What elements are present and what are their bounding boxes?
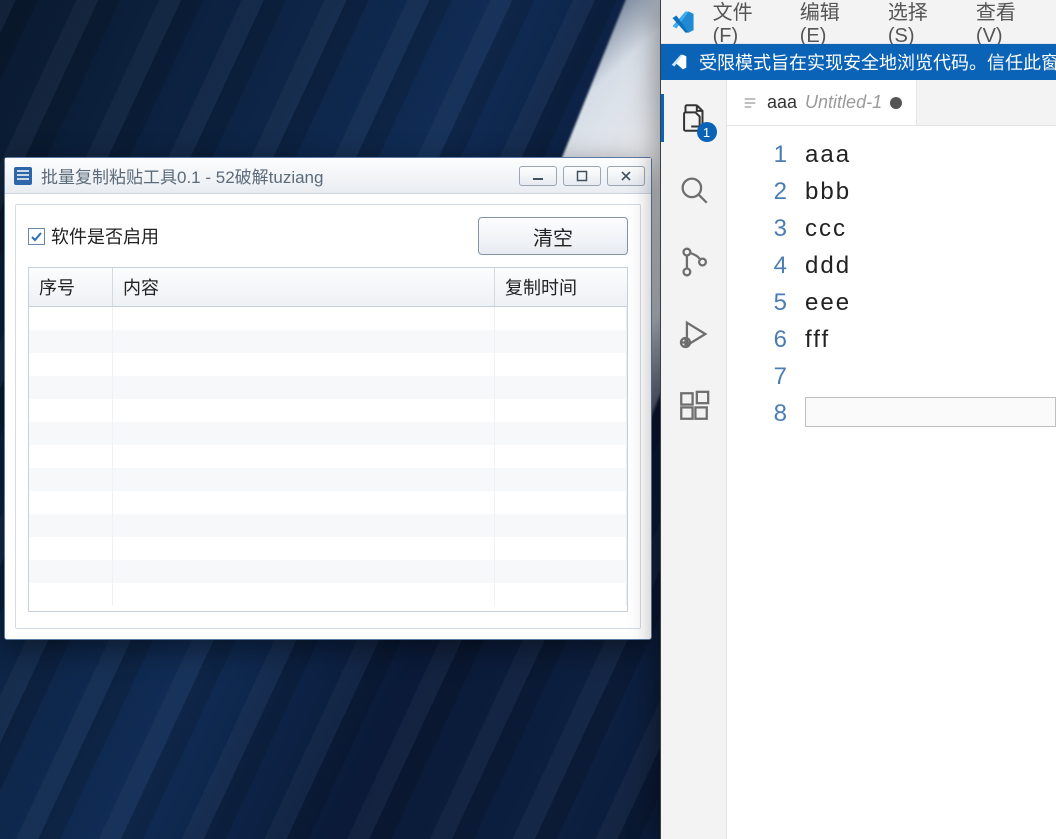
code-line[interactable] xyxy=(805,358,1056,395)
dirty-indicator-icon xyxy=(890,97,902,109)
text-editor[interactable]: 12345678 aaabbbcccdddeeefff xyxy=(727,126,1056,839)
table-row[interactable] xyxy=(29,491,627,514)
table-row[interactable] xyxy=(29,514,627,537)
table-row[interactable] xyxy=(29,353,627,376)
window-title: 批量复制粘贴工具0.1 - 52破解tuziang xyxy=(41,163,519,188)
table-row[interactable] xyxy=(29,468,627,491)
titlebar[interactable]: 批量复制粘贴工具0.1 - 52破解tuziang xyxy=(5,158,651,194)
maximize-button[interactable] xyxy=(563,166,601,186)
inline-input[interactable] xyxy=(805,397,1056,427)
vscode-titlebar[interactable]: 文件(F)编辑(E)选择(S)查看(V) xyxy=(661,0,1056,44)
code-line[interactable]: fff xyxy=(805,321,1056,358)
editor-column: aaa Untitled-1 12345678 aaabbbcccdddeeef… xyxy=(727,80,1056,839)
line-number: 5 xyxy=(727,284,787,321)
tool-body: 软件是否启用 清空 序号 内容 复制时间 xyxy=(15,204,641,629)
line-number: 3 xyxy=(727,210,787,247)
table-row[interactable] xyxy=(29,422,627,445)
extensions-button[interactable] xyxy=(661,374,727,438)
source-control-button[interactable] xyxy=(661,230,727,294)
shield-icon xyxy=(669,52,689,72)
banner-text: 受限模式旨在实现安全地浏览代码。信任此窗 xyxy=(699,49,1056,75)
restricted-mode-banner[interactable]: 受限模式旨在实现安全地浏览代码。信任此窗 xyxy=(661,44,1056,80)
checkbox-icon xyxy=(28,228,45,245)
line-number: 6 xyxy=(727,321,787,358)
clear-button[interactable]: 清空 xyxy=(478,217,628,255)
table-row[interactable] xyxy=(29,330,627,353)
activity-bar: 1 xyxy=(661,80,727,839)
editor-tabs: aaa Untitled-1 xyxy=(727,80,1056,126)
line-number: 8 xyxy=(727,395,787,432)
explorer-badge: 1 xyxy=(697,122,717,142)
line-number: 4 xyxy=(727,247,787,284)
table-row[interactable] xyxy=(29,537,627,560)
table-row[interactable] xyxy=(29,376,627,399)
table-row[interactable] xyxy=(29,399,627,422)
line-number: 7 xyxy=(727,358,787,395)
code-line[interactable]: ddd xyxy=(805,247,1056,284)
code-line[interactable]: bbb xyxy=(805,173,1056,210)
enable-checkbox[interactable]: 软件是否启用 xyxy=(28,223,159,249)
minimize-button[interactable] xyxy=(519,166,557,186)
tab-filename: aaa xyxy=(767,92,797,113)
table-row[interactable] xyxy=(29,583,627,606)
col-header-time[interactable]: 复制时间 xyxy=(495,268,627,306)
close-button[interactable] xyxy=(607,166,645,186)
code-line[interactable]: ccc xyxy=(805,210,1056,247)
run-debug-button[interactable] xyxy=(661,302,727,366)
editor-tab[interactable]: aaa Untitled-1 xyxy=(727,80,917,125)
line-number: 1 xyxy=(727,136,787,173)
code-content[interactable]: aaabbbcccdddeeefff xyxy=(805,126,1056,839)
table-row[interactable] xyxy=(29,445,627,468)
table-row[interactable] xyxy=(29,307,627,330)
table-row[interactable] xyxy=(29,560,627,583)
explorer-button[interactable]: 1 xyxy=(661,86,727,150)
line-number-gutter: 12345678 xyxy=(727,126,805,839)
code-line[interactable]: aaa xyxy=(805,136,1056,173)
vscode-window: 文件(F)编辑(E)选择(S)查看(V) 受限模式旨在实现安全地浏览代码。信任此… xyxy=(660,0,1056,839)
app-icon xyxy=(13,166,33,186)
code-line[interactable] xyxy=(805,395,1056,432)
history-table[interactable]: 序号 内容 复制时间 xyxy=(28,267,628,612)
clipboard-tool-window: 批量复制粘贴工具0.1 - 52破解tuziang 软件是否启用 清空 xyxy=(4,157,652,640)
code-line[interactable]: eee xyxy=(805,284,1056,321)
vscode-logo-icon xyxy=(667,5,699,39)
col-header-num[interactable]: 序号 xyxy=(29,268,113,306)
line-number: 2 xyxy=(727,173,787,210)
search-button[interactable] xyxy=(661,158,727,222)
tab-untitled-label: Untitled-1 xyxy=(805,92,882,113)
table-header: 序号 内容 复制时间 xyxy=(29,268,627,307)
table-body[interactable] xyxy=(29,307,627,612)
col-header-content[interactable]: 内容 xyxy=(113,268,495,306)
enable-label: 软件是否启用 xyxy=(51,223,159,249)
file-icon xyxy=(741,95,759,111)
